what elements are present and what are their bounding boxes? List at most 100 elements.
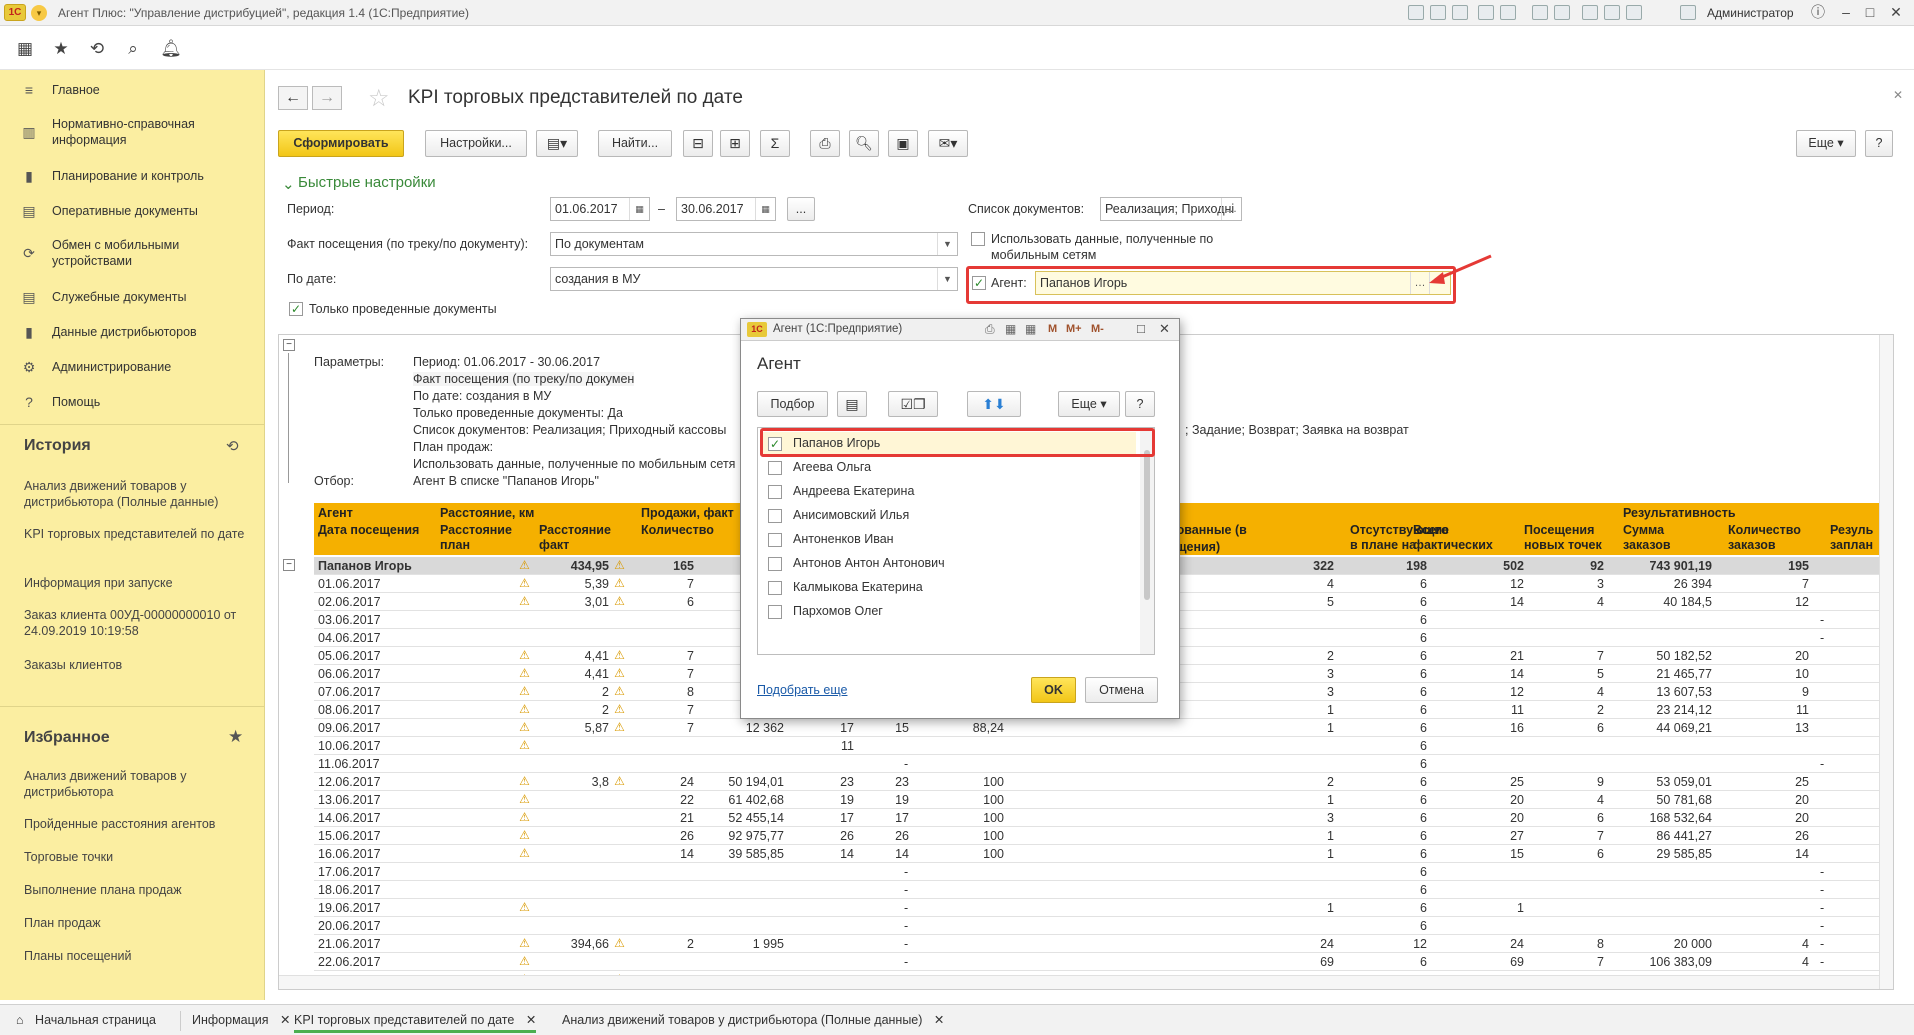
vertical-scrollbar[interactable] — [1879, 335, 1893, 989]
close-icon[interactable]: ✕ — [1159, 321, 1170, 337]
close-icon[interactable]: ✕ — [934, 1013, 944, 1027]
calculator-icon[interactable]: ▦ — [1005, 322, 1016, 336]
table-row[interactable]: 11.06.2017 - 6 - — [314, 755, 1893, 773]
paste-icon[interactable]: ▤ — [837, 391, 867, 417]
tab-analysis[interactable]: Анализ движений товаров у дистрибьютора … — [562, 1009, 944, 1033]
group-collapse-icon[interactable]: − — [283, 339, 295, 351]
memory-minus-icon[interactable]: M- — [1091, 323, 1104, 335]
select-ellipsis-icon[interactable]: … — [1221, 198, 1241, 220]
table-row[interactable]: 10.06.2017 11 6 ⚠ — [314, 737, 1893, 755]
period-to-field[interactable]: 30.06.2017 ▦ — [676, 197, 776, 221]
pick-more-link[interactable]: Подобрать еще — [757, 683, 847, 697]
minimize-icon[interactable]: ‒ — [1836, 3, 1856, 21]
back-button[interactable]: ← — [278, 86, 308, 110]
table-row[interactable]: 17.06.2017 - 6 - — [314, 863, 1893, 881]
table-row[interactable]: 09.06.2017 5,87 7 12 362 17 15 88,24 1 6 16 6 44 06… — [314, 719, 1893, 737]
mail-icon[interactable]: ✉▾ — [928, 130, 968, 157]
dialog-help-button[interactable]: ? — [1125, 391, 1155, 417]
agent-field[interactable]: Папанов Игорь … — [1035, 271, 1451, 295]
history-link[interactable]: Заказы клиентов — [24, 657, 254, 673]
info-icon[interactable] — [1680, 5, 1696, 20]
period-from-field[interactable]: 01.06.2017 ▦ — [550, 197, 650, 221]
favorite-link[interactable]: Планы посещений — [24, 948, 254, 964]
agent-checkbox[interactable] — [768, 509, 782, 523]
table-row[interactable]: 19.06.2017 - 1 6 1 - ⚠ — [314, 899, 1893, 917]
doc-list-field[interactable]: Реализация; Приходні … — [1100, 197, 1242, 221]
forward-button[interactable]: → — [312, 86, 342, 110]
maximize-icon[interactable]: □ — [1860, 3, 1880, 21]
variants-icon[interactable]: ▤▾ — [536, 130, 578, 157]
history-link[interactable]: Анализ движений товаров у дистрибьютора … — [24, 478, 254, 510]
agent-list-item[interactable]: Антонов Антон Антонович — [762, 552, 1136, 576]
help-button[interactable]: ? — [1865, 130, 1893, 157]
close-icon[interactable]: ✕ — [526, 1013, 536, 1027]
find-button[interactable]: Найти... — [598, 130, 672, 157]
scroll-thumb[interactable] — [1144, 450, 1150, 600]
main-menu-icon[interactable]: ▾ — [31, 5, 47, 21]
bell-icon[interactable]: 🔔︎ — [160, 38, 182, 60]
chevron-down-icon[interactable]: ▼ — [937, 268, 957, 290]
pick-button[interactable]: Подбор — [757, 391, 828, 417]
calendar-icon[interactable]: ▦ — [1025, 322, 1036, 336]
user-name[interactable]: Администратор — [1707, 6, 1794, 20]
agent-list-item[interactable]: Анисимовский Илья — [762, 504, 1136, 528]
chevron-down-icon[interactable]: ▼ — [937, 233, 957, 255]
history-link[interactable]: Заказ клиента 00УД-00000000010 от 24.09.… — [24, 607, 254, 639]
agent-checkbox[interactable] — [768, 581, 782, 595]
move-up-down-icon[interactable]: ⬆⬇ — [967, 391, 1021, 417]
use-mobile-checkbox[interactable] — [971, 232, 985, 246]
tab-info[interactable]: Информация ✕ — [192, 1009, 291, 1033]
agent-checkbox[interactable] — [768, 557, 782, 571]
agent-list-item[interactable]: Андреева Екатерина — [762, 480, 1136, 504]
tree-collapse-icon[interactable]: ⊟ — [683, 130, 713, 157]
table-row[interactable]: 18.06.2017 - 6 - — [314, 881, 1893, 899]
print-icon[interactable] — [1430, 5, 1446, 20]
calendar-icon[interactable] — [1554, 5, 1570, 20]
generate-button[interactable]: Сформировать — [278, 130, 404, 157]
tab-home[interactable]: ⌂ Начальная страница — [16, 1009, 156, 1033]
dialog-more-button[interactable]: Еще ▾ — [1058, 391, 1120, 417]
vertical-scrollbar[interactable] — [1140, 428, 1154, 654]
close-form-icon[interactable]: ✕ — [1893, 88, 1903, 102]
memory-minus-icon[interactable] — [1626, 5, 1642, 20]
help-circle-icon[interactable]: ⓘ — [1808, 3, 1828, 21]
more-button[interactable]: Еще ▾ — [1796, 130, 1856, 157]
table-row[interactable]: 21.06.2017 394,66 2 1 995-24 12 24 8 20 000 4- ⚠ ⚠ — [314, 935, 1893, 953]
agent-list-item[interactable]: Пархомов Олег — [762, 600, 1136, 624]
quick-settings-title[interactable]: Быстрые настройки — [298, 174, 436, 191]
quick-settings-toggle-icon[interactable]: ⌄ — [282, 175, 295, 193]
grid-menu-icon[interactable]: ▦ — [14, 38, 36, 60]
favorite-link[interactable]: Торговые точки — [24, 849, 254, 865]
horizontal-scrollbar[interactable] — [279, 975, 1879, 989]
save-icon[interactable]: ▣ — [888, 130, 918, 157]
period-select-button[interactable]: ... — [787, 197, 815, 221]
date-select[interactable]: создания в МУ ▼ — [550, 267, 958, 291]
memory-plus-icon[interactable]: M+ — [1066, 323, 1082, 335]
agent-checkbox[interactable] — [768, 461, 782, 475]
memory-plus-icon[interactable] — [1604, 5, 1620, 20]
maximize-icon[interactable]: □ — [1137, 321, 1145, 336]
preview-icon[interactable] — [1452, 5, 1468, 20]
print-icon[interactable]: ⎙ — [985, 322, 995, 337]
history-icon[interactable]: ⟲ — [86, 38, 108, 60]
table-row[interactable]: 13.06.2017 22 61 402,68 19 19 100 1 6 20 4 50 781,… — [314, 791, 1893, 809]
tree-expand-icon[interactable]: ⊞ — [720, 130, 750, 157]
agent-checkbox[interactable] — [768, 485, 782, 499]
agent-list-item[interactable]: Калмыкова Екатерина — [762, 576, 1136, 600]
memory-m-icon[interactable] — [1582, 5, 1598, 20]
favorites-star-icon[interactable]: ★ — [50, 38, 72, 60]
table-row[interactable]: 14.06.2017 21 52 455,14 17 17 100 3 6 20 6 168 532… — [314, 809, 1893, 827]
sum-icon[interactable]: Σ — [760, 130, 790, 157]
tab-kpi[interactable]: KPI торговых представителей по дате ✕ — [294, 1009, 537, 1033]
cancel-button[interactable]: Отмена — [1085, 677, 1158, 703]
print-icon[interactable]: ⎙ — [810, 130, 840, 157]
favorite-link[interactable]: Выполнение плана продаж — [24, 882, 254, 898]
favorites-star-icon[interactable]: ★ — [228, 727, 243, 747]
agent-list-item[interactable]: Агеева Ольга — [762, 456, 1136, 480]
calculator-icon[interactable] — [1532, 5, 1548, 20]
table-row[interactable]: 16.06.2017 14 39 585,85 14 14 100 1 6 15 6 29 585,… — [314, 845, 1893, 863]
close-icon[interactable]: ✕ — [1886, 3, 1906, 21]
only-posted-checkbox[interactable]: ✓ — [289, 302, 303, 316]
agent-list[interactable]: ✓ Папанов Игорь Агеева Ольга Андреева Екате… — [757, 427, 1155, 655]
calendar-icon[interactable]: ▦ — [629, 198, 649, 220]
